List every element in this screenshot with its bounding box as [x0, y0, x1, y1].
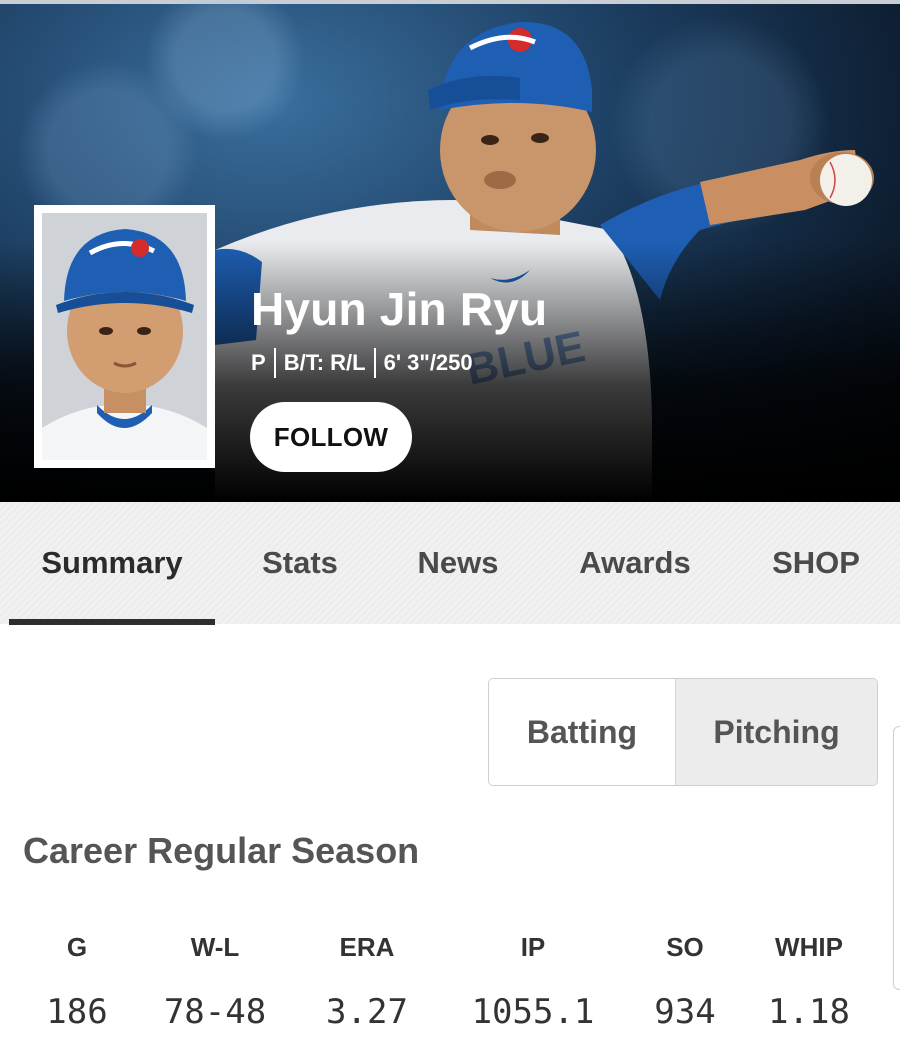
bio-separator	[273, 348, 276, 378]
follow-button[interactable]: FOLLOW	[250, 402, 412, 472]
pitching-toggle[interactable]: Pitching	[676, 679, 877, 785]
active-tab-indicator	[9, 619, 215, 625]
player-tabs: Summary Stats News Awards SHOP	[0, 502, 900, 624]
stat-value-so: 934	[654, 992, 716, 1032]
career-section-title: Career Regular Season	[23, 830, 420, 871]
stat-value-whip: 1.18	[768, 992, 850, 1032]
player-height-weight: 6' 3"/250	[383, 350, 473, 375]
next-card-edge[interactable]	[893, 726, 900, 990]
stat-value-ip: 1055.1	[471, 992, 595, 1032]
tab-awards[interactable]: Awards	[565, 502, 705, 624]
stat-header-era: ERA	[339, 932, 395, 962]
stat-type-toggle: Batting Pitching	[488, 678, 878, 786]
stat-value-g: 186	[46, 992, 108, 1032]
player-position: P	[251, 350, 266, 375]
tab-stats[interactable]: Stats	[240, 502, 360, 624]
headshot-image	[42, 213, 207, 460]
player-bio-line: P B/T: R/L 6' 3"/250	[251, 348, 473, 378]
stat-header-so: SO	[666, 932, 704, 962]
stat-header-ip: IP	[520, 932, 546, 962]
stat-value-era: 3.27	[326, 992, 408, 1032]
player-hero: BLUE Hyun Jin R	[0, 0, 900, 502]
player-name: Hyun Jin Ryu	[251, 283, 548, 335]
tab-news[interactable]: News	[398, 502, 518, 624]
stat-header-whip: WHIP	[775, 932, 843, 962]
stat-header-g: G	[66, 932, 88, 962]
bio-separator	[373, 348, 376, 378]
batting-toggle[interactable]: Batting	[489, 679, 676, 785]
stat-value-wl: 78-48	[163, 992, 267, 1032]
tab-summary[interactable]: Summary	[9, 502, 215, 624]
stat-header-wl: W-L	[190, 932, 240, 962]
player-headshot	[34, 205, 215, 468]
player-bats-throws: B/T: R/L	[283, 350, 366, 375]
tab-shop[interactable]: SHOP	[755, 502, 877, 624]
